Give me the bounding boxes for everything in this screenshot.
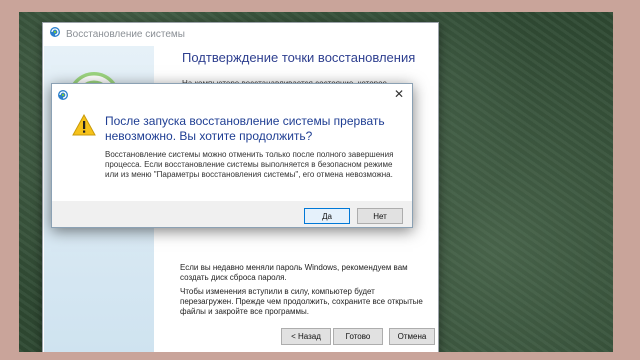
dialog-message: Восстановление системы можно отменить то… [105,150,394,179]
warning-icon [72,113,96,141]
reboot-note: Чтобы изменения вступили в силу, компьют… [180,287,423,316]
finish-button[interactable]: Готово [333,328,383,345]
password-note: Если вы недавно меняли пароль Windows, р… [180,263,408,282]
confirm-dialog: ✕ После запуска восстановление системы п… [51,83,413,228]
window-titlebar: Восстановление системы [43,23,438,45]
yes-button[interactable]: Да [304,208,350,224]
dialog-question: После запуска восстановление системы пре… [105,114,385,143]
desktop-background: ᗯ ᗯ ◎ Восстановление системы Подтвержден… [19,12,613,352]
page-title: Подтверждение точки восстановления [182,50,416,65]
cancel-button[interactable]: Отмена [389,328,435,345]
window-title: Восстановление системы [66,28,185,40]
close-icon[interactable]: ✕ [394,87,404,101]
back-button[interactable]: < Назад [281,328,331,345]
system-restore-icon [49,25,61,43]
dialog-titlebar: ✕ [52,84,412,104]
no-button[interactable]: Нет [357,208,403,224]
